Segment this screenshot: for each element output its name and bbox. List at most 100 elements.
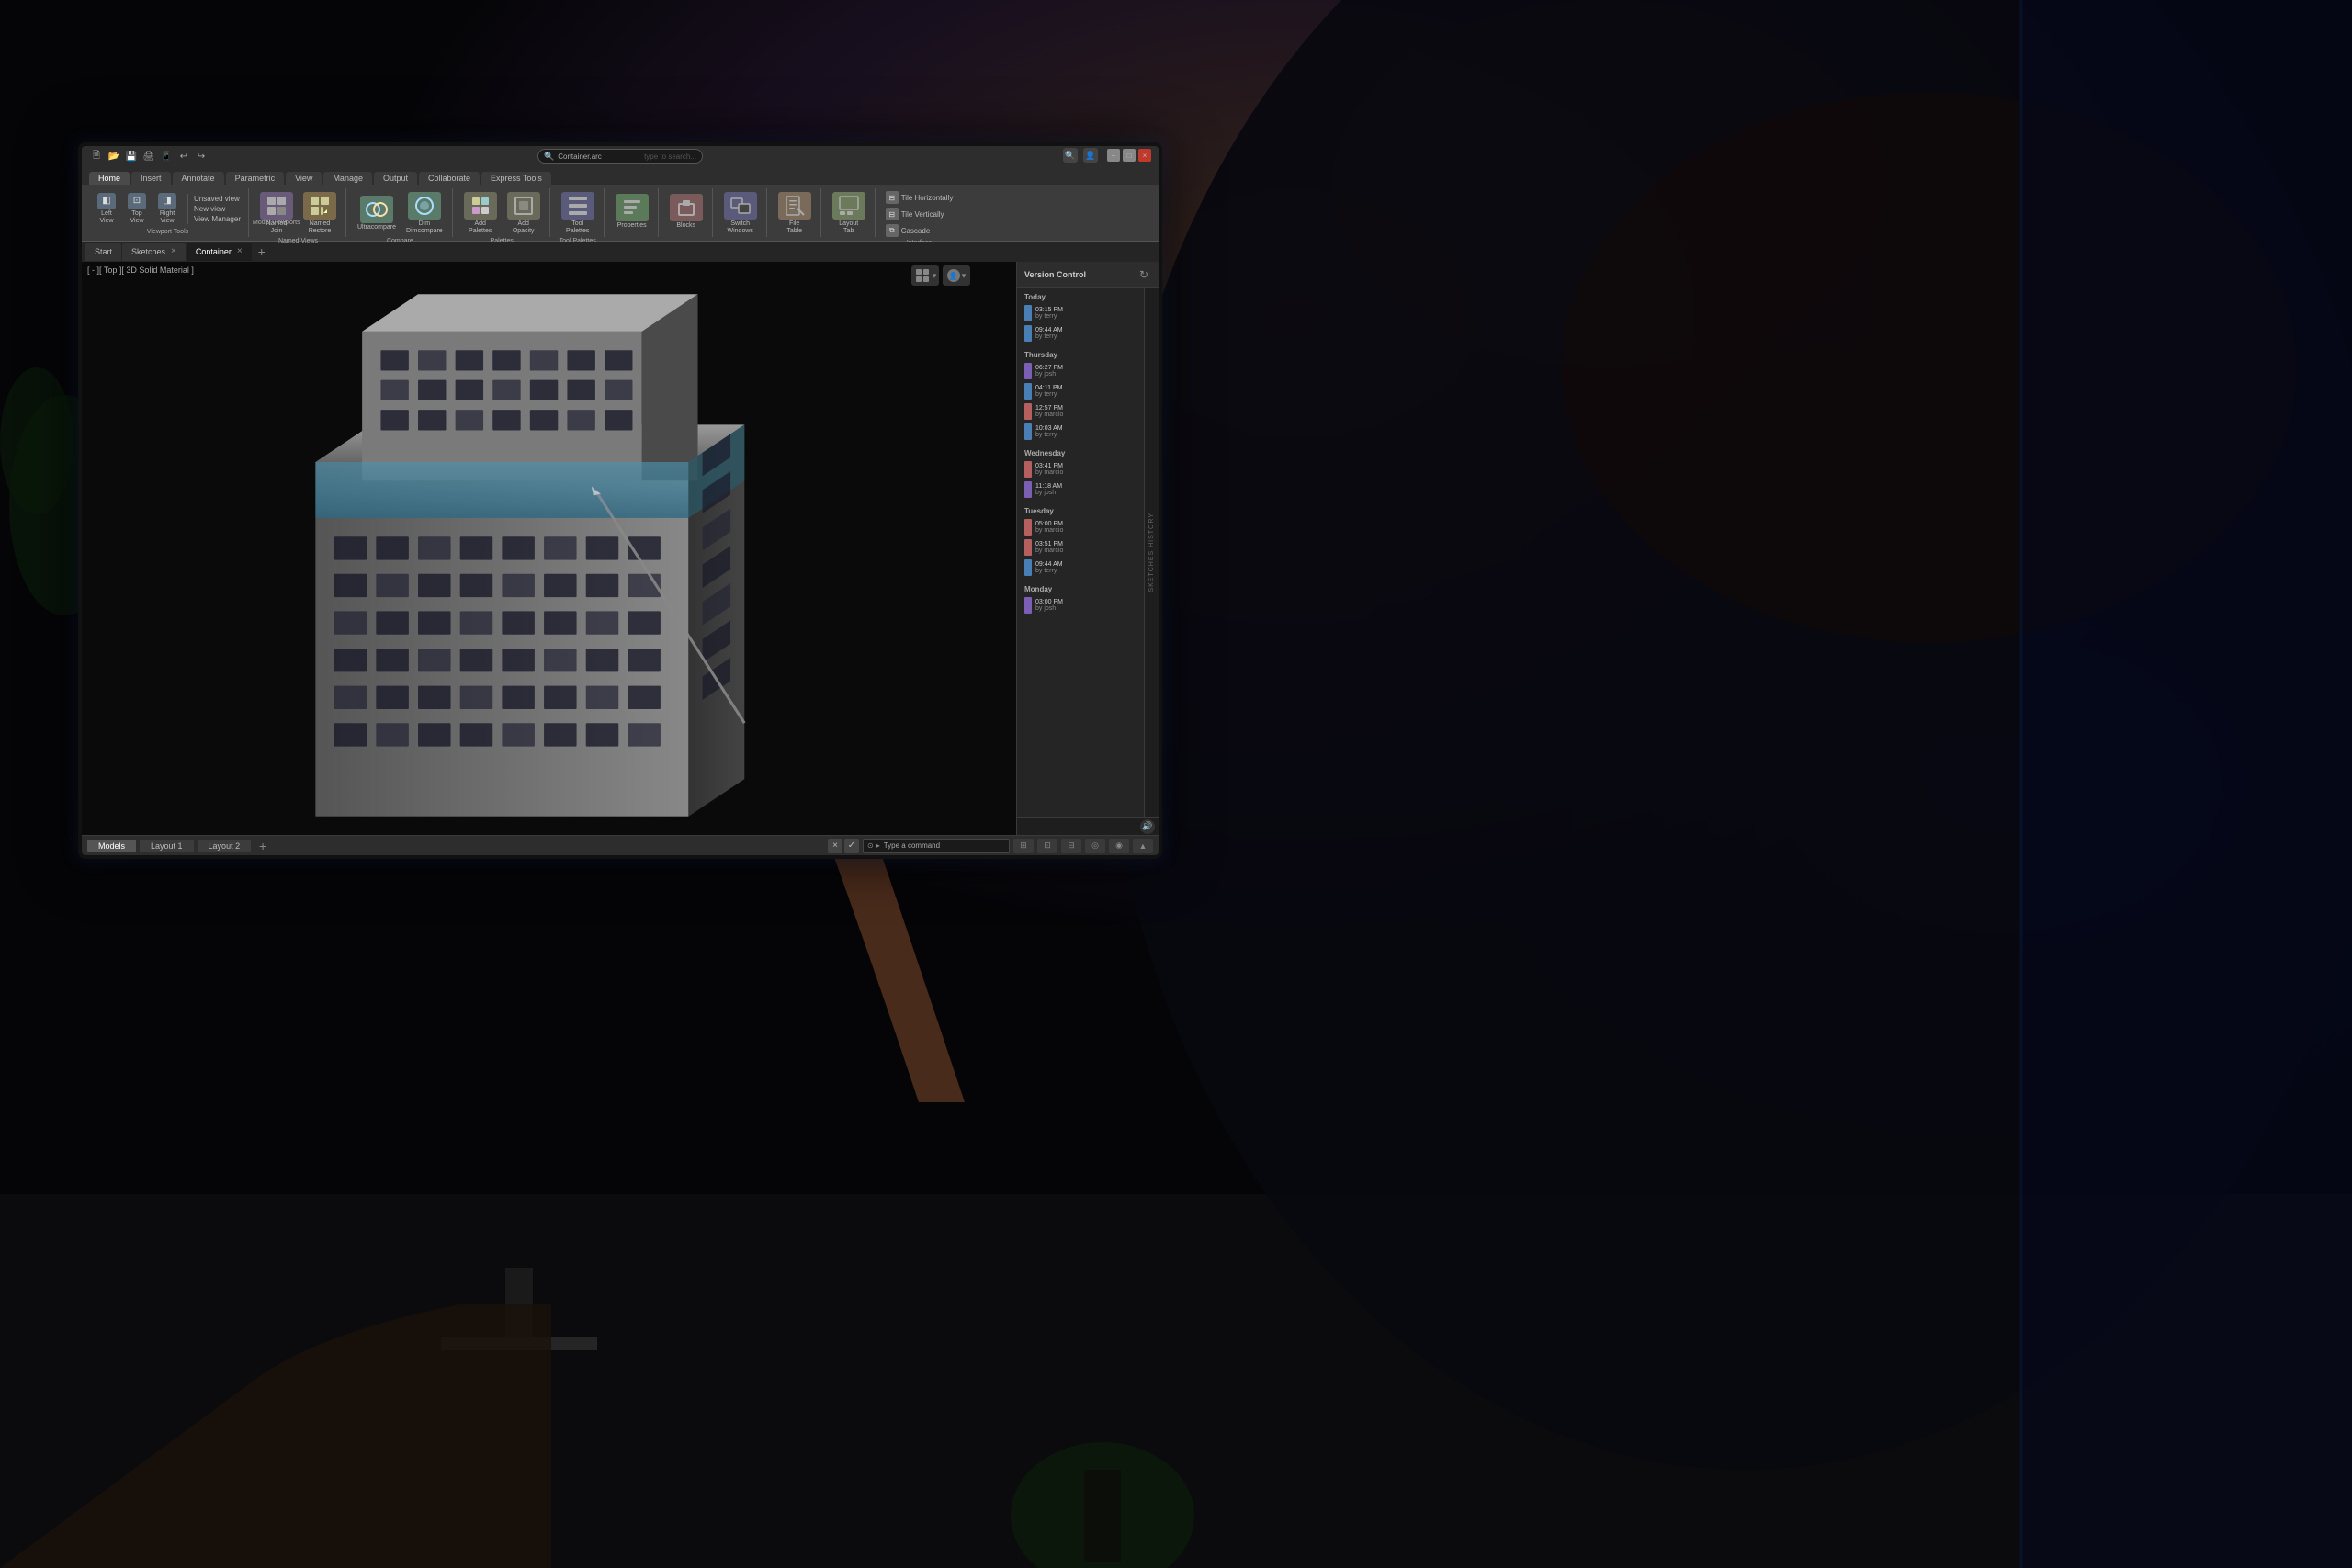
close-btn[interactable]: × — [1138, 149, 1151, 162]
viewport-label: [ - ][ Top ][ 3D Solid Material ] — [87, 265, 194, 275]
version-item[interactable]: 09:44 AM by terry — [1021, 558, 1140, 578]
tab-annotate[interactable]: Annotate — [173, 172, 224, 185]
user-action-btn[interactable]: 👤 — [1083, 148, 1098, 163]
version-item[interactable]: 03:51 PM by marcio — [1021, 537, 1140, 558]
version-item[interactable]: 10:03 AM by terry — [1021, 422, 1140, 442]
ribbon-group-layout: LayoutTab — [823, 188, 876, 237]
print-btn[interactable]: 🖨 — [141, 149, 156, 164]
polar-btn[interactable]: ◎ — [1085, 839, 1105, 853]
minimize-panel-btn[interactable]: ▲ — [1133, 839, 1153, 853]
top-view-btn[interactable]: ⊡ TopView — [123, 191, 151, 226]
models-tab[interactable]: Models — [87, 840, 136, 852]
dimcompare-btn[interactable]: DimDimcompare — [402, 190, 447, 236]
properties-btn[interactable]: Properties — [612, 192, 652, 231]
ribbon-group-switch-windows: SwitchWindows — [715, 188, 767, 237]
file-table-btn[interactable]: FileTable — [775, 190, 815, 236]
named-restore-btn[interactable]: NamedRestore — [300, 190, 340, 236]
tab-output[interactable]: Output — [374, 172, 417, 185]
bottom-bar: Models Layout 1 Layout 2 + × ✓ ⊙ ▸ Type … — [82, 835, 1159, 855]
right-view-btn[interactable]: ◨ RightView — [153, 191, 181, 226]
version-item[interactable]: 04:11 PM by terry — [1021, 381, 1140, 401]
title-bar-left: 🗎 📂 💾 🖨 📱 ↩ ↪ — [89, 149, 209, 164]
version-time: 04:11 PM — [1035, 385, 1062, 391]
tab-view[interactable]: View — [286, 172, 322, 185]
tab-container-close[interactable]: × — [237, 247, 243, 256]
snap-btn[interactable]: ⊡ — [1037, 839, 1057, 853]
grid-btn[interactable]: ⊞ — [1013, 839, 1034, 853]
version-item[interactable]: 06:27 PM by josh — [1021, 361, 1140, 381]
version-item[interactable]: 11:18 AM by josh — [1021, 479, 1140, 500]
version-item[interactable]: 09:44 AM by terry — [1021, 323, 1140, 344]
ortho-btn[interactable]: ⊟ — [1061, 839, 1081, 853]
version-control-refresh-btn[interactable]: ↻ — [1136, 267, 1151, 282]
command-prompt-arrow: ▸ — [876, 841, 880, 850]
version-color-indicator — [1024, 597, 1032, 614]
tool-palettes-btn[interactable]: ToolPalettes — [558, 190, 598, 236]
redo-btn[interactable]: ↪ — [194, 149, 209, 164]
monitor-bezel: 🗎 📂 💾 🖨 📱 ↩ ↪ ArchiPlanner 28.11f 🔍 Cont… — [78, 142, 1162, 859]
search-action-btn[interactable]: 🔍 — [1063, 148, 1078, 163]
add-tab-btn[interactable]: + — [253, 243, 271, 261]
new-file-btn[interactable]: 🗎 — [89, 149, 104, 164]
cancel-cmd-btn[interactable]: × — [828, 839, 842, 853]
mobile-btn[interactable]: 📱 — [159, 149, 174, 164]
tab-home[interactable]: Home — [89, 172, 130, 185]
maximize-btn[interactable]: □ — [1123, 149, 1136, 162]
title-search-bar[interactable]: 🔍 Container.arc type to search... — [537, 149, 703, 164]
unsaved-view-item[interactable]: Unsaved view — [192, 194, 243, 204]
view-manager-item[interactable]: View Manager — [192, 214, 243, 224]
osnap-btn[interactable]: ◉ — [1109, 839, 1129, 853]
layout-tab-btn[interactable]: LayoutTab — [829, 190, 869, 236]
open-file-btn[interactable]: 📂 — [107, 149, 121, 164]
tab-sketches[interactable]: Sketches × — [122, 243, 186, 261]
version-group-monday: Monday 03:00 PM by josh — [1021, 583, 1140, 615]
today-label: Today — [1021, 291, 1140, 303]
tile-vertically-item[interactable]: ⊟ Tile Vertically — [883, 207, 947, 221]
version-item[interactable]: 05:00 PM by marcio — [1021, 517, 1140, 537]
add-layout-btn[interactable]: + — [254, 838, 271, 854]
tab-container[interactable]: Container × — [187, 243, 252, 261]
version-item-info: 12:57 PM by marcio — [1035, 405, 1063, 418]
panel-bottom-btn[interactable]: 🔊 — [1140, 819, 1155, 834]
tab-sketches-close[interactable]: × — [171, 247, 176, 256]
tab-insert[interactable]: Insert — [131, 172, 171, 185]
version-group-today: Today 03:15 PM by terry — [1021, 291, 1140, 344]
version-item[interactable]: 12:57 PM by marcio — [1021, 401, 1140, 422]
save-btn[interactable]: 💾 — [124, 149, 139, 164]
tile-horizontally-item[interactable]: ⊟ Tile Horizontally — [883, 190, 956, 205]
named-join-btn[interactable]: NamedJoin — [256, 190, 297, 236]
version-item[interactable]: 03:00 PM by josh — [1021, 595, 1140, 615]
version-user: by marcio — [1035, 469, 1063, 476]
tab-start[interactable]: Start — [85, 243, 121, 261]
left-view-btn[interactable]: ◧ LeftView — [93, 191, 120, 226]
version-item[interactable]: 03:41 PM by marcio — [1021, 459, 1140, 479]
version-user: by terry — [1035, 391, 1062, 398]
model-viewports-item[interactable]: Model Viewports — [253, 220, 300, 226]
version-user: by marcio — [1035, 547, 1063, 554]
layout2-tab[interactable]: Layout 2 — [198, 840, 252, 852]
version-item[interactable]: 03:15 PM by terry — [1021, 303, 1140, 323]
ultracompare-btn[interactable]: Ultracompare — [354, 194, 400, 233]
command-input[interactable]: ⊙ ▸ Type a command — [863, 839, 1010, 853]
confirm-cmd-btn[interactable]: ✓ — [844, 839, 859, 853]
version-group-tuesday: Tuesday 05:00 PM by marcio — [1021, 505, 1140, 578]
ribbon-tab-bar: Home Insert Annotate Parametric View Man… — [82, 166, 1159, 185]
tab-express-tools[interactable]: Express Tools — [481, 172, 551, 185]
ribbon-group-compare: Ultracompare DimDimcompare — [348, 188, 453, 237]
tab-parametric[interactable]: Parametric — [226, 172, 285, 185]
layout1-tab[interactable]: Layout 1 — [140, 840, 194, 852]
new-view-item[interactable]: New view — [192, 204, 243, 214]
minimize-btn[interactable]: − — [1107, 149, 1120, 162]
blocks-btn[interactable]: Blocks — [666, 192, 707, 231]
tab-collaborate[interactable]: Collaborate — [419, 172, 480, 185]
monitor-screen: 🗎 📂 💾 🖨 📱 ↩ ↪ ArchiPlanner 28.11f 🔍 Cont… — [82, 146, 1159, 855]
add-palettes-btn[interactable]: AddPalettes — [460, 190, 501, 236]
add-opacity-btn[interactable]: AddOpacity — [503, 190, 544, 236]
tab-manage[interactable]: Manage — [323, 172, 372, 185]
file-table-buttons: FileTable — [775, 190, 815, 236]
switch-windows-btn[interactable]: SwitchWindows — [720, 190, 761, 236]
version-item-info: 03:51 PM by marcio — [1035, 541, 1063, 554]
3d-viewport[interactable]: [ - ][ Top ][ 3D Solid Material ] ▾ — [82, 262, 1016, 835]
undo-btn[interactable]: ↩ — [176, 149, 191, 164]
cascade-item[interactable]: ⧉ Cascade — [883, 223, 933, 238]
